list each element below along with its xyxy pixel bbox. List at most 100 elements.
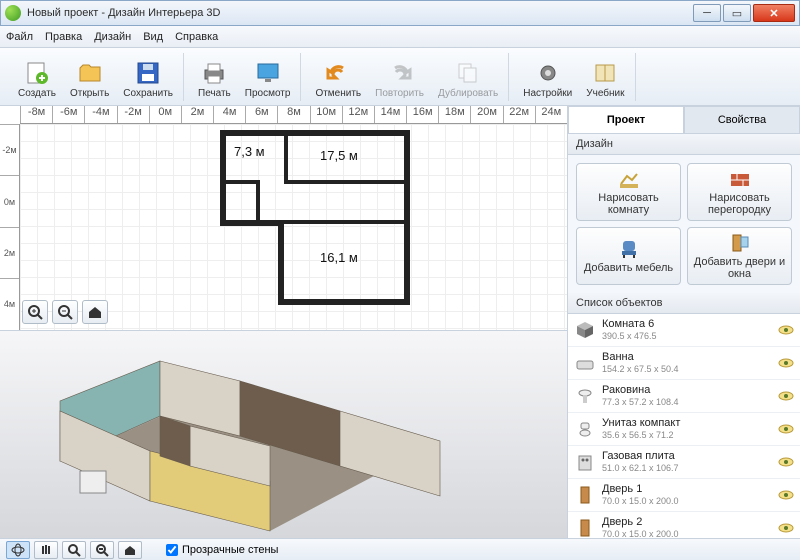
fit-3d-button[interactable]	[90, 541, 114, 559]
save-button[interactable]: Сохранить	[121, 58, 175, 101]
transparent-walls-label: Прозрачные стены	[182, 544, 278, 556]
menu-bar: Файл Правка Дизайн Вид Справка	[0, 26, 800, 48]
menu-help[interactable]: Справка	[175, 31, 218, 43]
folder-open-icon	[77, 60, 103, 86]
redo-icon	[387, 60, 413, 86]
title-bar: Новый проект - Дизайн Интерьера 3D ─ ▭ ✕	[0, 0, 800, 26]
save-label: Сохранить	[123, 88, 173, 99]
room-area-2: 17,5 м	[320, 148, 358, 163]
tab-properties[interactable]: Свойства	[684, 106, 800, 133]
object-dims: 154.2 x 67.5 x 50.4	[602, 364, 772, 375]
menu-file[interactable]: Файл	[6, 31, 33, 43]
close-button[interactable]: ✕	[753, 4, 795, 22]
monitor-icon	[255, 60, 281, 86]
redo-button[interactable]: Повторить	[373, 58, 426, 101]
duplicate-button[interactable]: Дублировать	[436, 58, 500, 101]
object-list-item[interactable]: Газовая плита51.0 x 62.1 x 106.7	[568, 446, 800, 479]
door-icon	[729, 232, 751, 254]
zoom-in-button[interactable]	[22, 300, 48, 324]
object-thumb-icon	[574, 385, 596, 407]
preview-label: Просмотр	[245, 88, 291, 99]
visibility-toggle-icon[interactable]	[778, 356, 794, 370]
undo-button[interactable]: Отменить	[313, 58, 363, 101]
object-name: Дверь 2	[602, 516, 772, 529]
home-3d-button[interactable]	[118, 541, 142, 559]
draw-partition-label: Нарисовать перегородку	[688, 192, 791, 216]
visibility-toggle-icon[interactable]	[778, 521, 794, 535]
object-list-item[interactable]: Унитаз компакт35.6 x 56.5 x 71.2	[568, 413, 800, 446]
side-panel: Проект Свойства Дизайн Нарисовать комнат…	[568, 106, 800, 538]
redo-label: Повторить	[375, 88, 424, 99]
zoom-3d-button[interactable]	[62, 541, 86, 559]
object-thumb-icon	[574, 319, 596, 341]
minimize-button[interactable]: ─	[693, 4, 721, 22]
print-label: Печать	[198, 88, 231, 99]
maximize-button[interactable]: ▭	[723, 4, 751, 22]
object-thumb-icon	[574, 352, 596, 374]
object-dims: 35.6 x 56.5 x 71.2	[602, 430, 772, 441]
object-list-item[interactable]: Дверь 270.0 x 15.0 x 200.0	[568, 512, 800, 538]
printer-icon	[201, 60, 227, 86]
menu-edit[interactable]: Правка	[45, 31, 82, 43]
menu-design[interactable]: Дизайн	[94, 31, 131, 43]
print-button[interactable]: Печать	[196, 58, 233, 101]
transparent-walls-checkbox[interactable]: Прозрачные стены	[166, 544, 278, 556]
floor-plan: 7,3 м 17,5 м 16,1 м	[220, 130, 410, 305]
window-title: Новый проект - Дизайн Интерьера 3D	[27, 7, 693, 19]
open-label: Открыть	[70, 88, 109, 99]
visibility-toggle-icon[interactable]	[778, 455, 794, 469]
pan-button[interactable]	[34, 541, 58, 559]
object-thumb-icon	[574, 484, 596, 506]
draw-partition-button[interactable]: Нарисовать перегородку	[687, 163, 792, 221]
object-list-item[interactable]: Дверь 170.0 x 15.0 x 200.0	[568, 479, 800, 512]
chair-icon	[618, 238, 640, 260]
object-name: Газовая плита	[602, 450, 772, 463]
object-name: Дверь 1	[602, 483, 772, 496]
menu-view[interactable]: Вид	[143, 31, 163, 43]
object-dims: 70.0 x 15.0 x 200.0	[602, 496, 772, 507]
object-list[interactable]: Комната 6390.5 x 476.5Ванна154.2 x 67.5 …	[568, 314, 800, 538]
object-list-item[interactable]: Раковина77.3 x 57.2 x 108.4	[568, 380, 800, 413]
draw-room-button[interactable]: Нарисовать комнату	[576, 163, 681, 221]
object-name: Ванна	[602, 351, 772, 364]
add-furniture-label: Добавить мебель	[584, 262, 673, 274]
preview-button[interactable]: Просмотр	[243, 58, 293, 101]
room-area-3: 16,1 м	[320, 250, 358, 265]
tab-project[interactable]: Проект	[568, 106, 684, 133]
home-view-button[interactable]	[82, 300, 108, 324]
object-dims: 77.3 x 57.2 x 108.4	[602, 397, 772, 408]
plan-2d-view[interactable]: -8м-6м-4м-2м0м2м4м6м8м10м12м14м16м18м20м…	[0, 106, 567, 331]
object-name: Комната 6	[602, 318, 772, 331]
floppy-icon	[135, 60, 161, 86]
object-thumb-icon	[574, 418, 596, 440]
add-doors-button[interactable]: Добавить двери и окна	[687, 227, 792, 285]
open-button[interactable]: Открыть	[68, 58, 111, 101]
visibility-toggle-icon[interactable]	[778, 488, 794, 502]
section-objects-header: Список объектов	[568, 293, 800, 314]
ruler-horizontal: -8м-6м-4м-2м0м2м4м6м8м10м12м14м16м18м20м…	[20, 106, 567, 124]
transparent-walls-input[interactable]	[166, 544, 178, 556]
ruler-vertical: -2м0м2м4м	[0, 124, 20, 330]
visibility-toggle-icon[interactable]	[778, 323, 794, 337]
create-label: Создать	[18, 88, 56, 99]
app-icon	[5, 5, 21, 21]
object-dims: 51.0 x 62.1 x 106.7	[602, 463, 772, 474]
object-list-item[interactable]: Комната 6390.5 x 476.5	[568, 314, 800, 347]
room-area-1: 7,3 м	[234, 144, 265, 159]
object-list-item[interactable]: Ванна154.2 x 67.5 x 50.4	[568, 347, 800, 380]
view-3d[interactable]	[0, 331, 567, 538]
visibility-toggle-icon[interactable]	[778, 422, 794, 436]
settings-button[interactable]: Настройки	[521, 58, 574, 101]
add-furniture-button[interactable]: Добавить мебель	[576, 227, 681, 285]
add-doors-label: Добавить двери и окна	[688, 256, 791, 280]
book-icon	[592, 60, 618, 86]
object-dims: 390.5 x 476.5	[602, 331, 772, 342]
orbit-button[interactable]	[6, 541, 30, 559]
settings-label: Настройки	[523, 88, 572, 99]
object-name: Раковина	[602, 384, 772, 397]
zoom-out-button[interactable]	[52, 300, 78, 324]
tutorial-button[interactable]: Учебник	[584, 58, 626, 101]
section-design-header: Дизайн	[568, 134, 800, 155]
visibility-toggle-icon[interactable]	[778, 389, 794, 403]
create-button[interactable]: Создать	[16, 58, 58, 101]
